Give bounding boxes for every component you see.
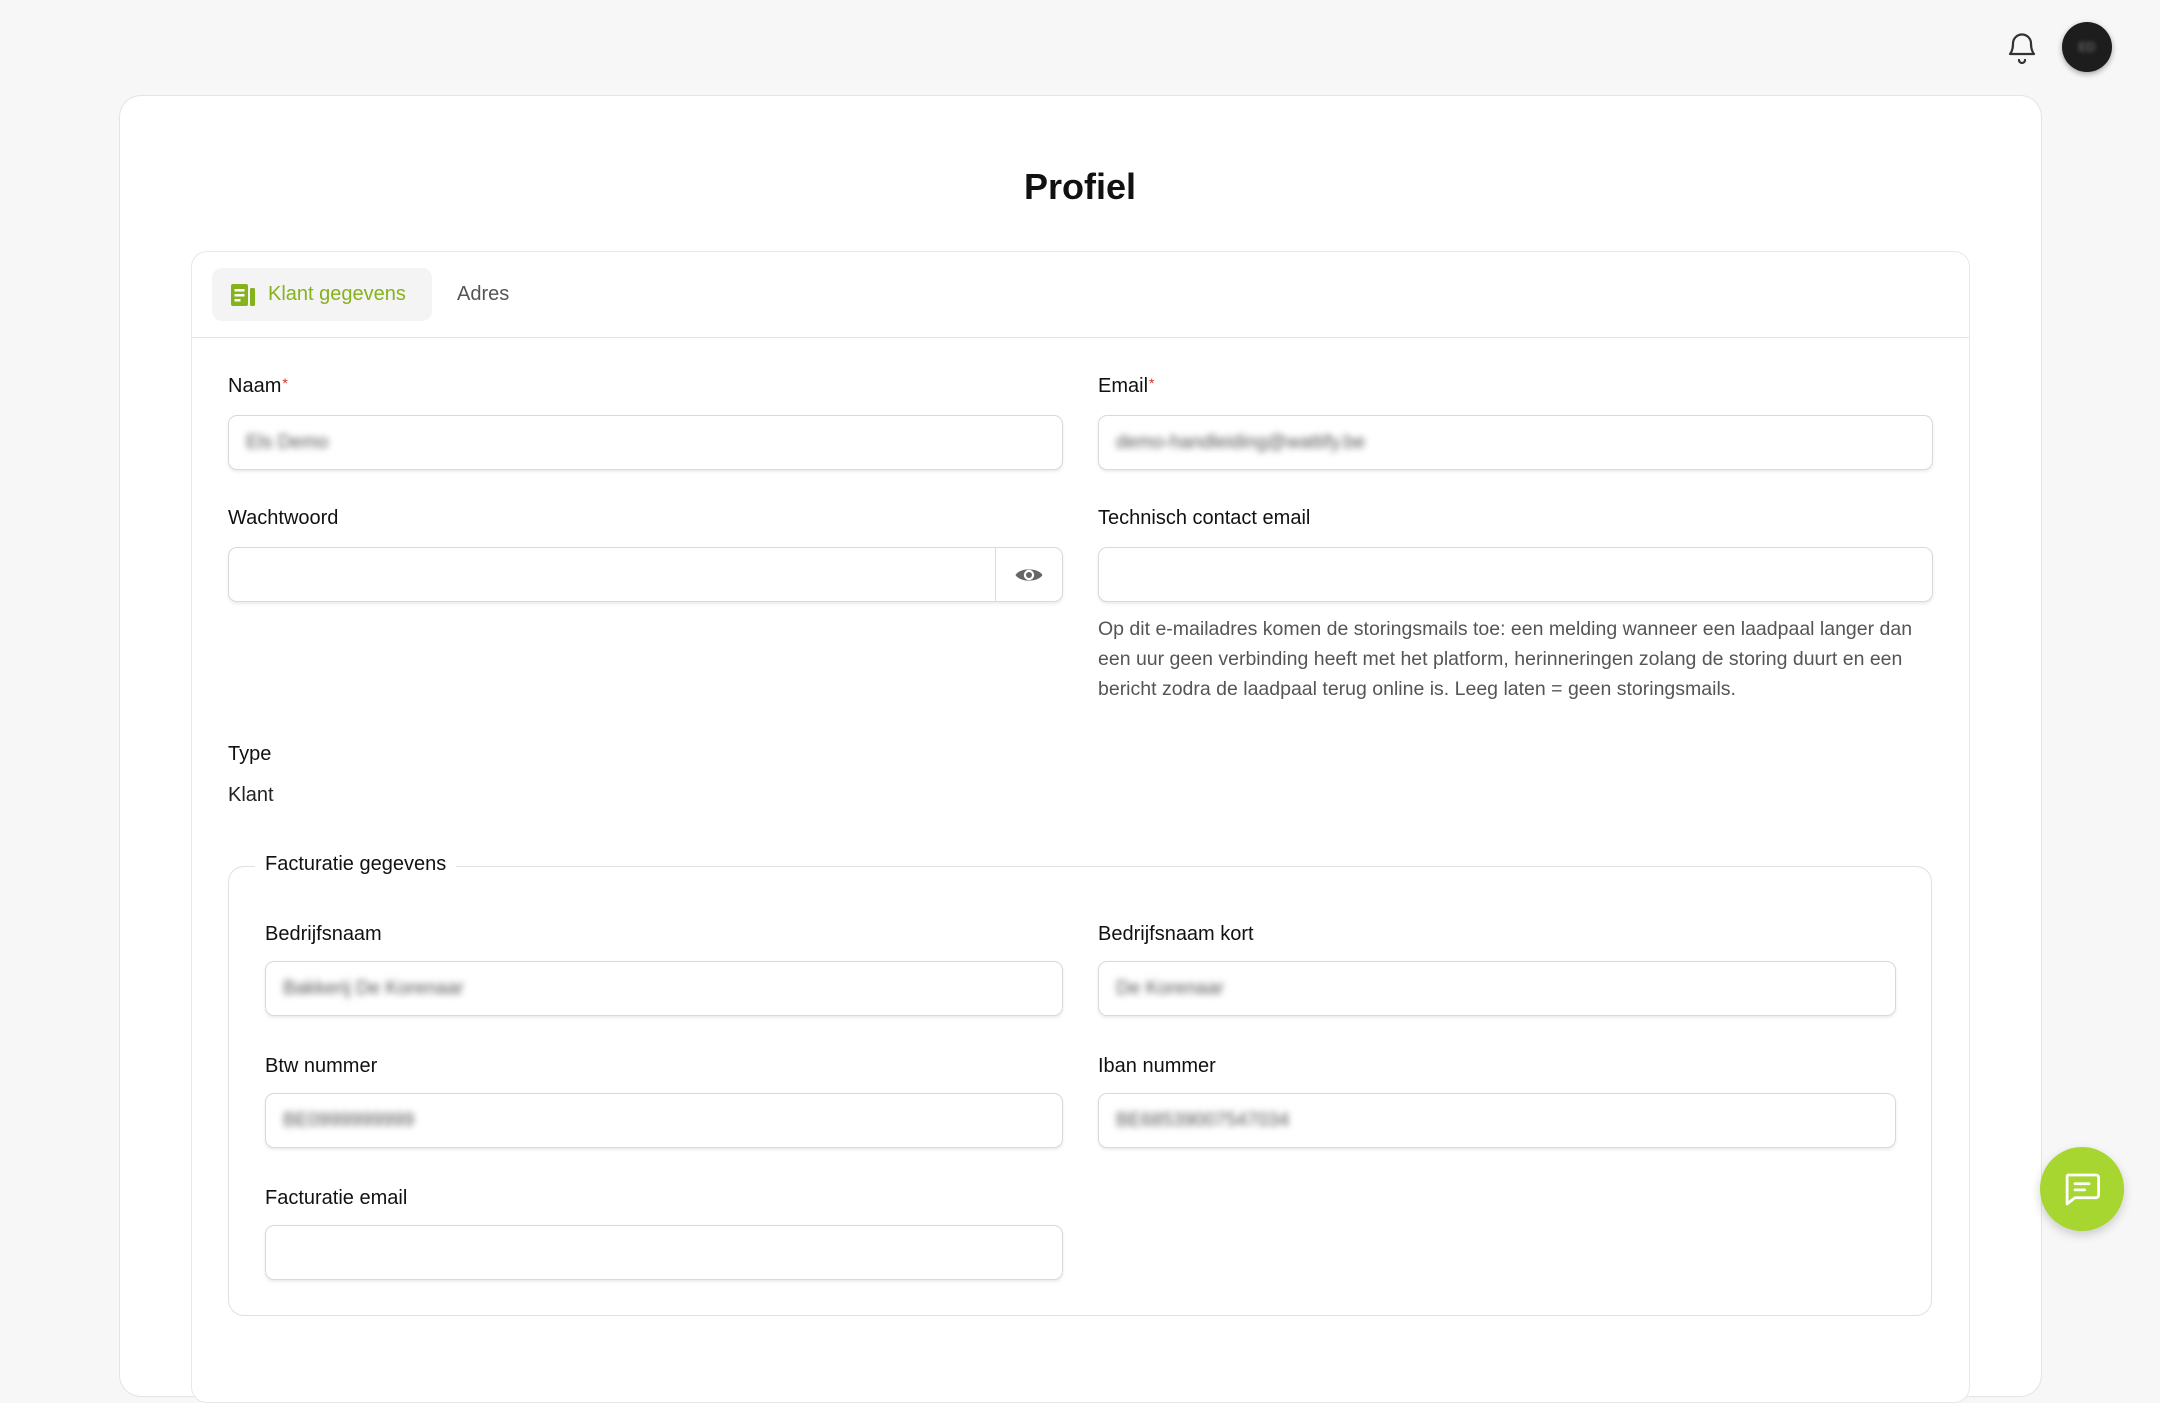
email-input[interactable]: demo-handleiding@wattify.be — [1098, 415, 1933, 470]
naam-input[interactable]: Els Demo — [228, 415, 1063, 470]
required-marker: * — [282, 375, 288, 391]
btw-nummer-label: Btw nummer — [265, 1055, 378, 1077]
top-bar: ED — [0, 0, 2160, 95]
bedrijfsnaam-kort-label: Bedrijfsnaam kort — [1098, 923, 1254, 945]
bedrijfsnaam-value: Bakkerij De Korenaar — [283, 977, 464, 999]
bell-icon[interactable] — [2004, 30, 2040, 66]
iban-nummer-value: BE68539007547034 — [1116, 1109, 1290, 1131]
facturatie-email-input[interactable] — [265, 1225, 1063, 1280]
btw-nummer-value: BE0999999999 — [283, 1109, 415, 1131]
technisch-contact-email-input[interactable] — [1098, 547, 1933, 602]
technisch-contact-email-label: Technisch contact email — [1098, 507, 1311, 529]
required-marker: * — [1149, 375, 1155, 391]
chat-bubble-icon — [2065, 1173, 2101, 1206]
tab-bar: Klant gegevens Adres — [192, 252, 1969, 338]
facturatie-email-label: Facturatie email — [265, 1187, 408, 1209]
naam-label: Naam* — [228, 375, 288, 398]
email-label: Email* — [1098, 375, 1154, 398]
avatar[interactable]: ED — [2062, 22, 2112, 72]
type-value: Klant — [228, 784, 274, 806]
wachtwoord-label: Wachtwoord — [228, 507, 339, 529]
iban-nummer-label: Iban nummer — [1098, 1055, 1216, 1077]
password-input[interactable] — [228, 547, 1063, 602]
btw-nummer-input[interactable]: BE0999999999 — [265, 1093, 1063, 1148]
bedrijfsnaam-label: Bedrijfsnaam — [265, 923, 382, 945]
naam-value: Els Demo — [246, 431, 329, 453]
email-value: demo-handleiding@wattify.be — [1116, 431, 1366, 453]
bedrijfsnaam-input[interactable]: Bakkerij De Korenaar — [265, 961, 1063, 1016]
tab-klant-gegevens[interactable]: Klant gegevens — [212, 268, 432, 321]
bedrijfsnaam-kort-input[interactable]: De Korenaar — [1098, 961, 1896, 1016]
bedrijfsnaam-kort-value: De Korenaar — [1116, 977, 1224, 999]
eye-icon[interactable] — [995, 548, 1062, 601]
tab-adres-label: Adres — [457, 283, 510, 305]
document-icon — [231, 283, 255, 306]
tab-adres[interactable]: Adres — [439, 268, 527, 321]
billing-legend: Facturatie gegevens — [255, 853, 457, 876]
email-label-text: Email — [1098, 375, 1149, 397]
page-title: Profiel — [1023, 166, 1137, 207]
type-label: Type — [228, 743, 272, 765]
iban-nummer-input[interactable]: BE68539007547034 — [1098, 1093, 1896, 1148]
chat-button[interactable] — [2040, 1147, 2124, 1231]
avatar-initials: ED — [2078, 40, 2096, 54]
tab-klant-gegevens-label: Klant gegevens — [268, 283, 406, 305]
naam-label-text: Naam — [228, 375, 282, 397]
technisch-contact-email-help: Op dit e-mailadres komen de storingsmail… — [1098, 618, 1913, 700]
